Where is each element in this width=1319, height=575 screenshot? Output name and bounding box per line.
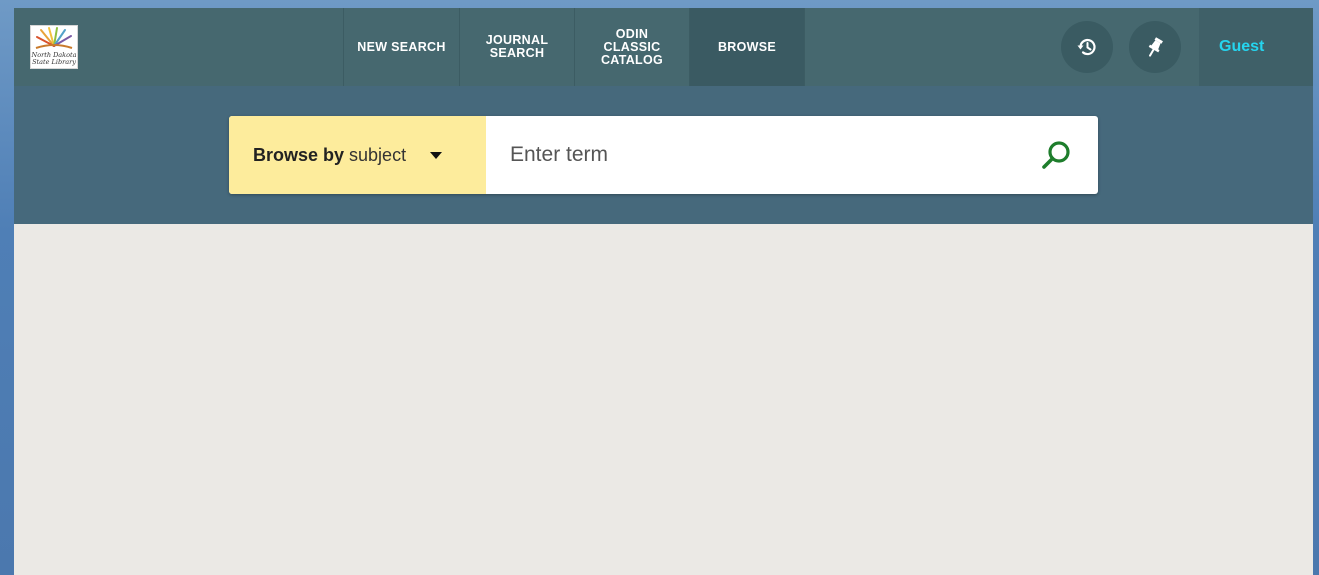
- top-navigation-bar: North Dakota State Library NEW SEARCH JO…: [14, 8, 1313, 86]
- search-bar-area: Browse by subject: [14, 86, 1313, 224]
- browse-results-area: [14, 224, 1313, 575]
- user-menu: Guest: [1199, 8, 1313, 86]
- search-icon: [1042, 141, 1070, 169]
- search-history-button[interactable]: [1061, 21, 1113, 73]
- browse-search-button[interactable]: [1036, 136, 1076, 176]
- browser-window: North Dakota State Library NEW SEARCH JO…: [14, 8, 1313, 575]
- browse-search-box: Browse by subject: [229, 116, 1098, 194]
- browse-by-dropdown[interactable]: Browse by subject: [229, 116, 486, 194]
- svg-text:State Library: State Library: [32, 58, 76, 66]
- history-icon: [1077, 38, 1096, 56]
- nav-odin-classic-catalog[interactable]: ODIN CLASSIC CATALOG: [574, 8, 689, 86]
- pin-icon: [1148, 37, 1163, 57]
- nav-new-search[interactable]: NEW SEARCH: [343, 8, 459, 86]
- nav-browse[interactable]: BROWSE: [689, 8, 805, 86]
- browse-term-input[interactable]: [486, 116, 1026, 194]
- library-logo-icon: North Dakota State Library: [31, 27, 77, 66]
- pinned-items-button[interactable]: [1129, 21, 1181, 73]
- library-logo[interactable]: North Dakota State Library: [30, 25, 78, 69]
- caret-down-icon: [430, 151, 443, 159]
- browse-by-value: subject: [349, 144, 407, 165]
- main-nav: NEW SEARCH JOURNAL SEARCH ODIN CLASSIC C…: [343, 8, 805, 86]
- nav-journal-search[interactable]: JOURNAL SEARCH: [459, 8, 574, 86]
- browse-by-label: Browse by: [253, 144, 345, 165]
- guest-sign-in-link[interactable]: Guest: [1219, 38, 1264, 56]
